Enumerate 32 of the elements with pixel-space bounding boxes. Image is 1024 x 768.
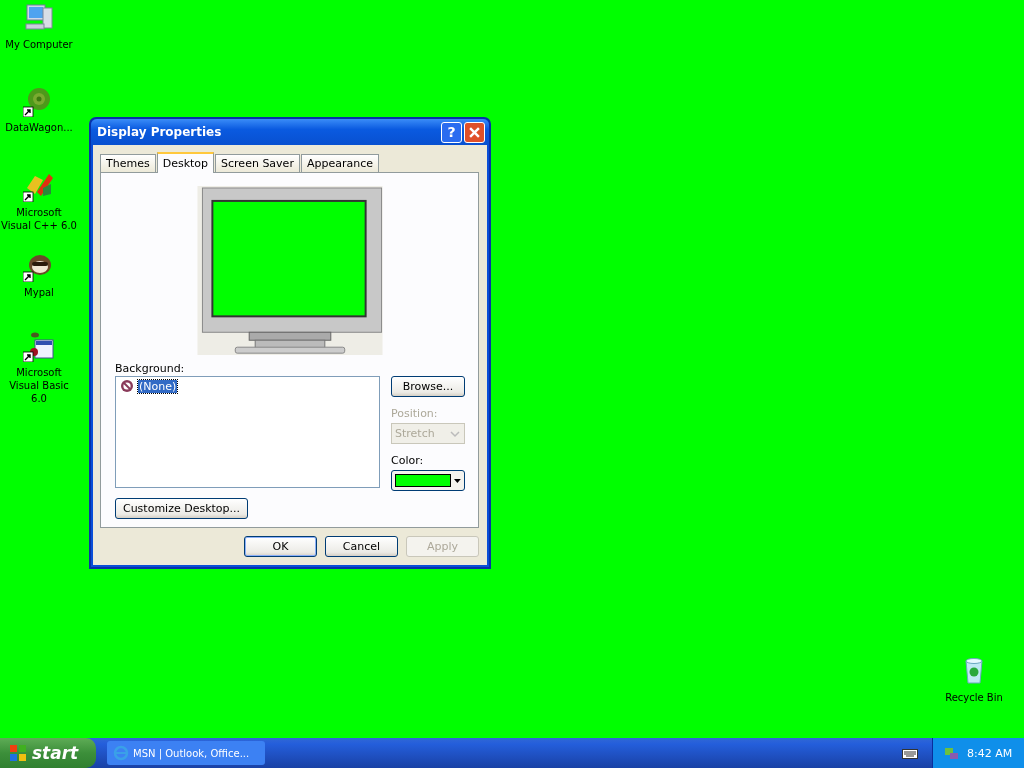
window-title: Display Properties: [96, 125, 223, 139]
caret-icon: [454, 478, 461, 483]
background-list[interactable]: (None): [115, 376, 380, 489]
icon-label: Microsoft Visual C++ 6.0: [0, 206, 78, 232]
icon-label: Recycle Bin: [945, 691, 1003, 704]
close-icon: [469, 126, 480, 138]
tab[interactable]: Desktop: [156, 152, 215, 173]
no-entry-icon: [120, 379, 134, 394]
position-label: Position:: [391, 407, 439, 422]
tab[interactable]: Appearance: [300, 154, 379, 172]
list-item[interactable]: (None): [138, 379, 178, 393]
dialog-button[interactable]: Cancel: [325, 536, 398, 557]
taskbar-button[interactable]: MSN | Outlook, Office...: [107, 741, 265, 765]
globe-e-icon: [113, 745, 129, 761]
tab[interactable]: Themes: [100, 154, 156, 172]
dialog-button[interactable]: OK: [244, 536, 317, 557]
close-button[interactable]: [464, 121, 485, 143]
help-button[interactable]: ?: [441, 121, 462, 143]
icon-label: My Computer: [5, 38, 73, 51]
clock: 8:42 AM: [967, 746, 1013, 760]
start-button[interactable]: start: [0, 738, 96, 768]
icon-label: Mypal: [24, 286, 54, 299]
browse-button[interactable]: Browse...: [391, 376, 465, 398]
color-label: Color:: [391, 454, 425, 469]
icon-label: Microsoft Visual Basic 6.0: [8, 366, 70, 405]
color-picker-button[interactable]: [391, 470, 465, 492]
tab[interactable]: Screen Saver: [215, 154, 300, 172]
icon-label: DataWagon...: [5, 121, 73, 134]
keyboard-icon[interactable]: [902, 747, 918, 759]
windows-flag-icon: [9, 744, 27, 762]
background-label: Background:: [115, 362, 186, 377]
customize-desktop-button[interactable]: Customize Desktop...: [115, 498, 248, 519]
